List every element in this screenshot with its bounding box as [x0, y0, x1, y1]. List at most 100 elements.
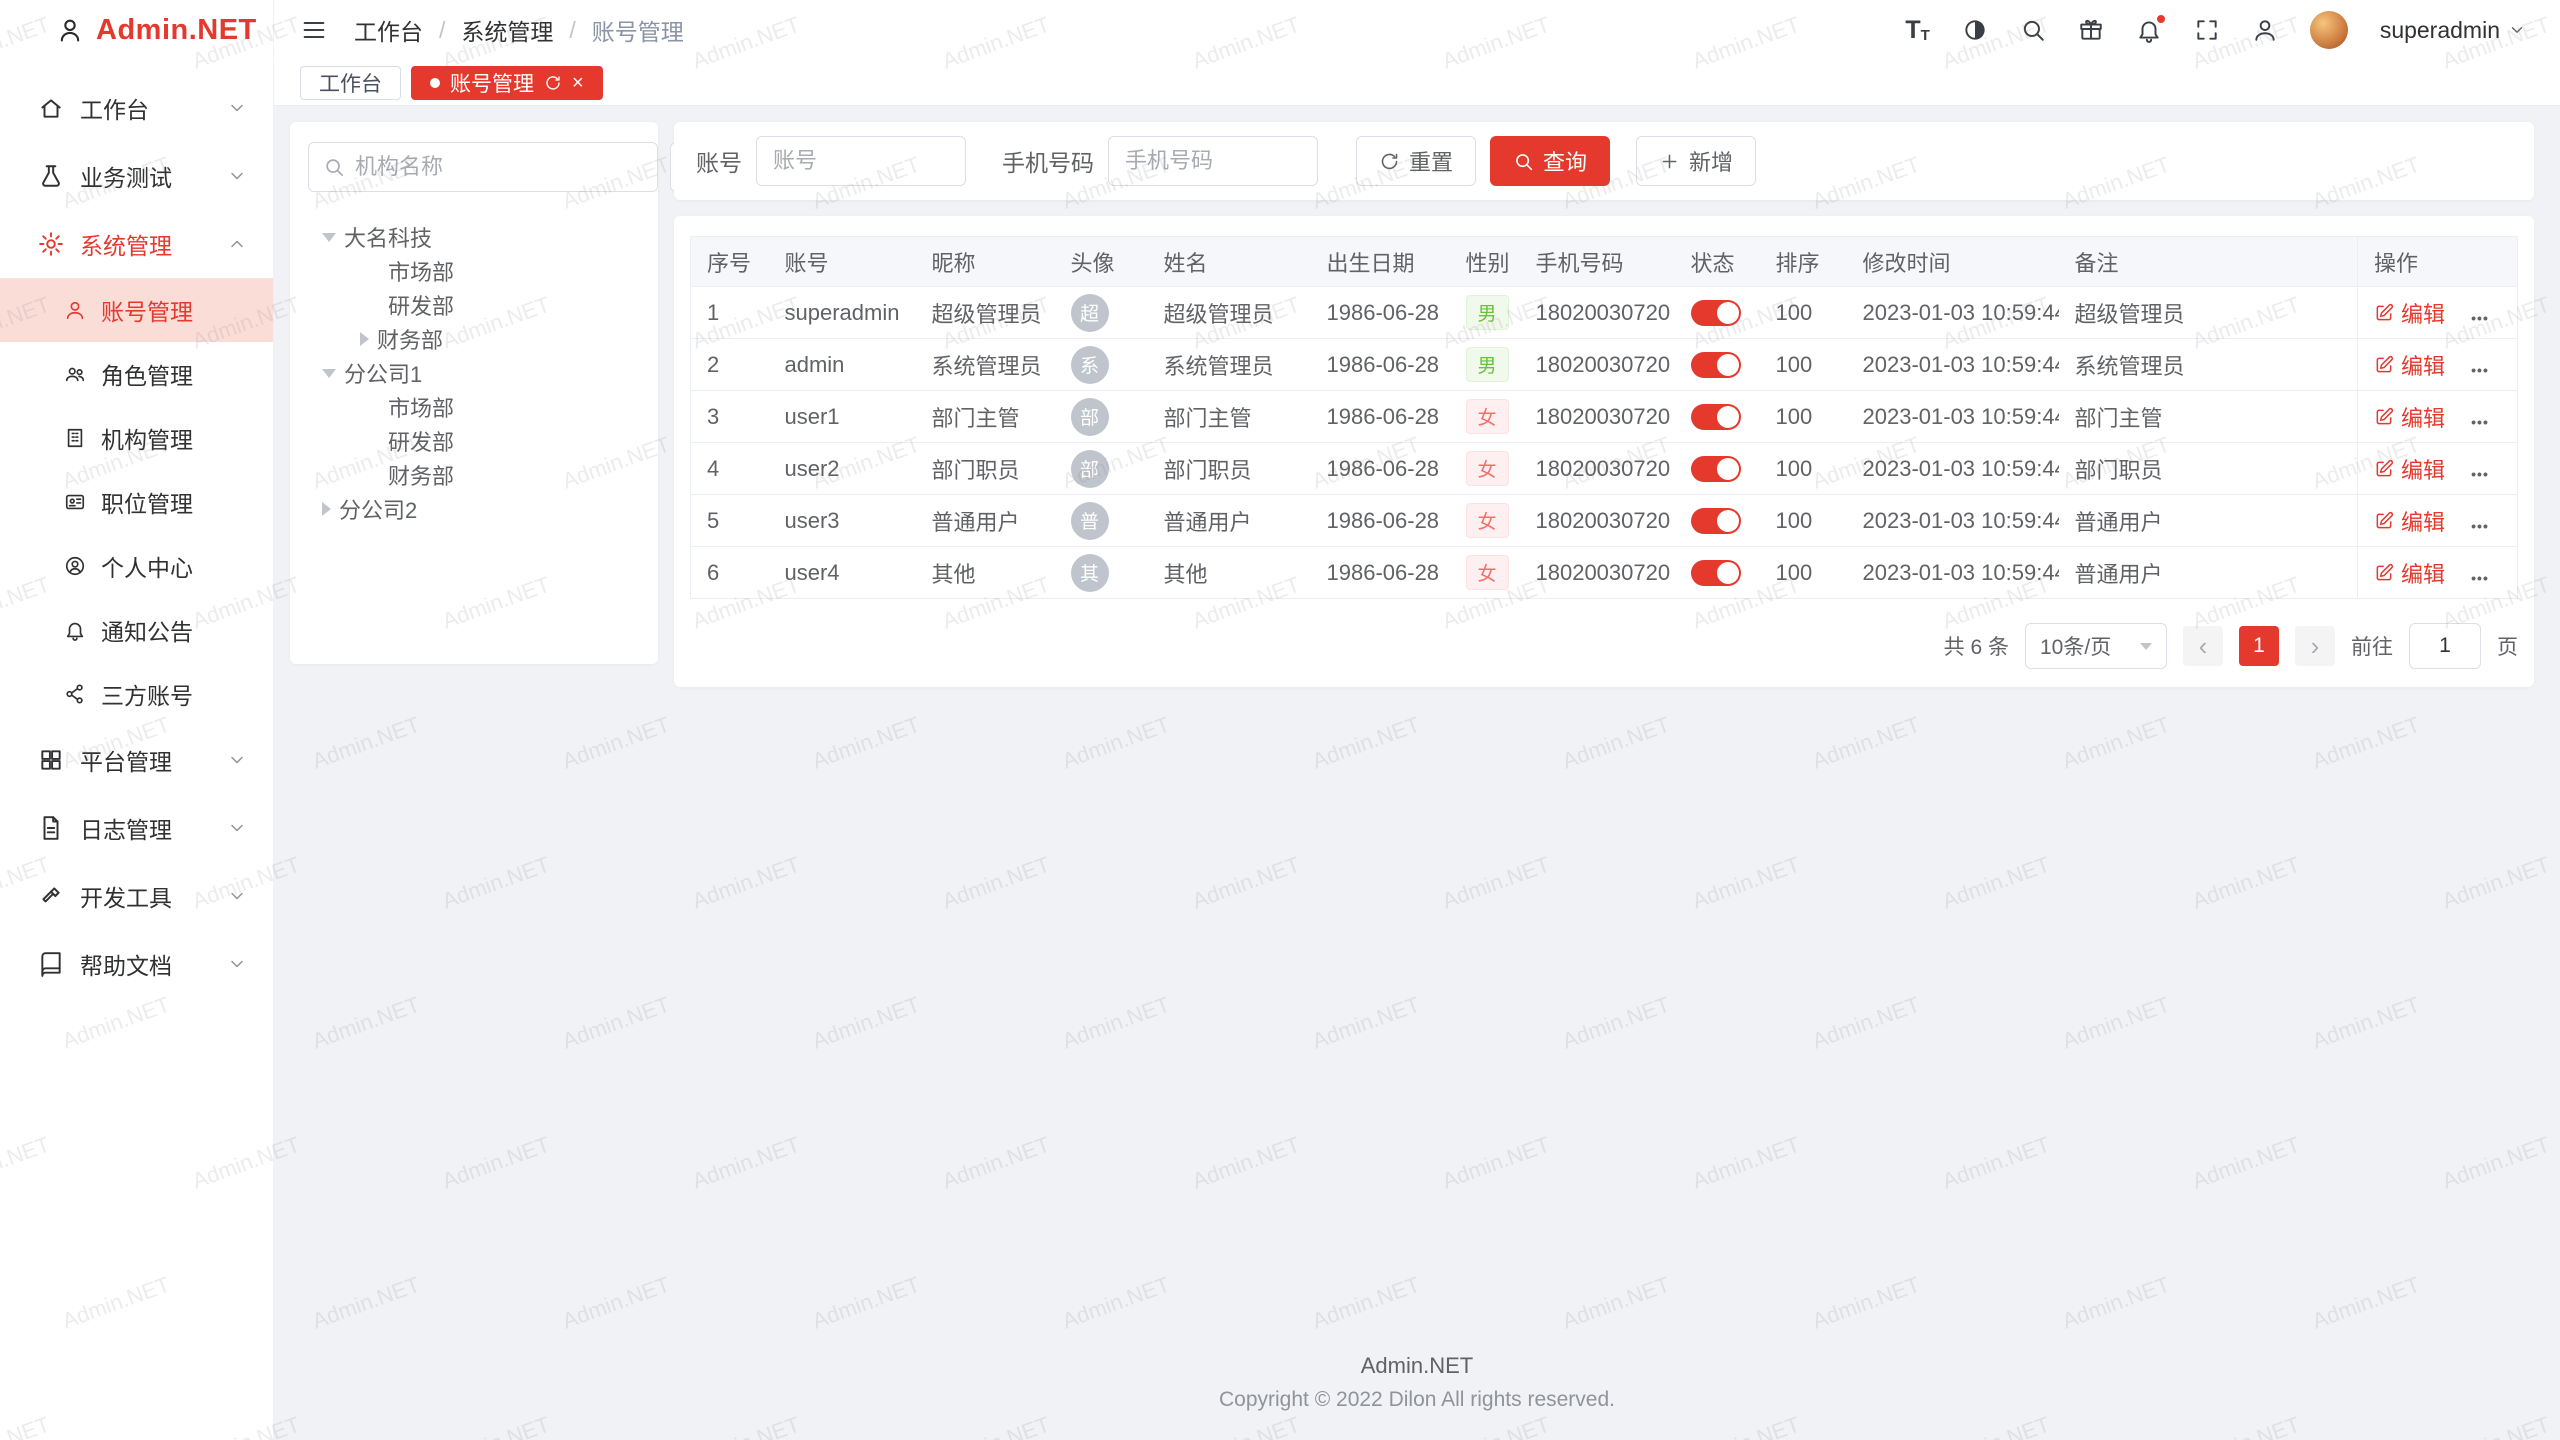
status-toggle[interactable] [1691, 404, 1741, 430]
status-toggle[interactable] [1691, 456, 1741, 482]
fullscreen-icon[interactable] [2194, 17, 2220, 43]
next-page-button[interactable]: › [2295, 626, 2335, 666]
sidebar-item-log-mgmt[interactable]: 日志管理 [0, 794, 273, 862]
search-icon[interactable] [2020, 17, 2046, 43]
sidebar-item-label: 个人中心 [101, 549, 193, 583]
edit-button[interactable]: 编辑 [2374, 297, 2445, 329]
column-header: 昵称 [916, 237, 1055, 287]
prev-page-button[interactable]: ‹ [2183, 626, 2223, 666]
tree-node[interactable]: 财务部 [308, 458, 640, 492]
gift-icon[interactable] [2078, 17, 2104, 43]
edit-button[interactable]: 编辑 [2374, 349, 2445, 381]
cell-phone: 18020030720 [1520, 391, 1675, 443]
status-toggle[interactable] [1691, 300, 1741, 326]
sidebar-item-account-mgmt[interactable]: 账号管理 [0, 278, 273, 342]
sidebar-item-workbench[interactable]: 工作台 [0, 74, 273, 142]
more-icon[interactable] [2471, 459, 2489, 484]
search-button[interactable]: 查询 [1490, 136, 1610, 186]
breadcrumb-item[interactable]: 系统管理 [461, 13, 553, 47]
tree-node[interactable]: 市场部 [308, 254, 640, 288]
cell-modified-time: 2023-01-03 10:59:44 [1847, 547, 2059, 599]
notification-bell-icon[interactable] [2136, 17, 2162, 43]
more-icon[interactable] [2471, 563, 2489, 588]
sidebar-item-dev-tools[interactable]: 开发工具 [0, 862, 273, 930]
tree-node-label: 分公司2 [339, 493, 417, 525]
breadcrumb-item[interactable]: 工作台 [354, 13, 423, 47]
tree-node[interactable]: 市场部 [308, 390, 640, 424]
status-toggle[interactable] [1691, 508, 1741, 534]
cell-modified-time: 2023-01-03 10:59:44 [1847, 287, 2059, 339]
cell-phone: 18020030720 [1520, 547, 1675, 599]
cell-gender: 女 [1450, 495, 1520, 547]
tab-workbench[interactable]: 工作台 [300, 66, 401, 100]
plus-icon [1659, 151, 1680, 172]
tree-node[interactable]: 分公司2 [308, 492, 640, 526]
tree-node[interactable]: 财务部 [308, 322, 640, 356]
gender-badge: 男 [1466, 347, 1509, 382]
tree-node[interactable]: 分公司1 [308, 356, 640, 390]
page-size-select[interactable]: 10条/页 [2025, 623, 2167, 669]
column-header: 出生日期 [1311, 237, 1450, 287]
account-input[interactable] [756, 136, 966, 186]
theme-icon[interactable] [1962, 17, 1988, 43]
tree-node-label: 市场部 [388, 255, 454, 287]
user-menu[interactable]: superadmin [2380, 17, 2526, 44]
tab-label: 工作台 [319, 68, 382, 98]
more-icon[interactable] [2471, 355, 2489, 380]
footer-title: Admin.NET [274, 1353, 2560, 1379]
chevron-down-icon [227, 954, 247, 974]
cell-name: 部门主管 [1148, 391, 1311, 443]
add-button[interactable]: 新增 [1636, 136, 1756, 186]
sidebar-item-help-docs[interactable]: 帮助文档 [0, 930, 273, 998]
cell-avatar: 超 [1055, 287, 1148, 339]
edit-button[interactable]: 编辑 [2374, 505, 2445, 537]
edit-button[interactable]: 编辑 [2374, 401, 2445, 433]
more-icon[interactable] [2471, 511, 2489, 536]
org-name-input[interactable] [355, 154, 643, 180]
refresh-icon[interactable] [544, 74, 562, 92]
sidebar-item-system-mgmt[interactable]: 系统管理 [0, 210, 273, 278]
sidebar-item-label: 业务测试 [80, 159, 172, 193]
tree-node[interactable]: 研发部 [308, 424, 640, 458]
caret-right-icon [360, 332, 369, 346]
cell-phone: 18020030720 [1520, 495, 1675, 547]
sidebar-item-third-party-account[interactable]: 三方账号 [0, 662, 273, 726]
sidebar-item-position-mgmt[interactable]: 职位管理 [0, 470, 273, 534]
sidebar-item-personal-center[interactable]: 个人中心 [0, 534, 273, 598]
avatar[interactable] [2310, 11, 2348, 49]
page-number-button[interactable]: 1 [2239, 626, 2279, 666]
hamburger-menu-icon[interactable] [300, 16, 328, 44]
users-icon [64, 363, 86, 385]
sidebar-item-business-test[interactable]: 业务测试 [0, 142, 273, 210]
cell-index: 1 [691, 287, 769, 339]
tree-node[interactable]: 大名科技 [308, 220, 640, 254]
sidebar-item-role-mgmt[interactable]: 角色管理 [0, 342, 273, 406]
tab-account-mgmt[interactable]: 账号管理 × [411, 66, 603, 100]
status-toggle[interactable] [1691, 352, 1741, 378]
cell-name: 其他 [1148, 547, 1311, 599]
close-icon[interactable]: × [572, 73, 584, 93]
status-toggle[interactable] [1691, 560, 1741, 586]
book-icon [38, 951, 64, 977]
edit-button[interactable]: 编辑 [2374, 453, 2445, 485]
goto-page-input[interactable] [2409, 623, 2481, 669]
sidebar-item-notice[interactable]: 通知公告 [0, 598, 273, 662]
more-icon[interactable] [2471, 303, 2489, 328]
font-size-icon[interactable]: TT [1905, 18, 1929, 43]
edit-button[interactable]: 编辑 [2374, 557, 2445, 589]
cell-nickname: 其他 [916, 547, 1055, 599]
chevron-down-icon [227, 886, 247, 906]
cell-account: user4 [769, 547, 916, 599]
column-header: 修改时间 [1847, 237, 2059, 287]
tree-node[interactable]: 研发部 [308, 288, 640, 322]
chevron-down-icon [227, 98, 247, 118]
reset-button[interactable]: 重置 [1356, 136, 1476, 186]
cell-status [1675, 443, 1760, 495]
profile-icon[interactable] [2252, 17, 2278, 43]
more-icon[interactable] [2471, 407, 2489, 432]
cell-name: 超级管理员 [1148, 287, 1311, 339]
sidebar-item-platform-mgmt[interactable]: 平台管理 [0, 726, 273, 794]
sidebar-item-org-mgmt[interactable]: 机构管理 [0, 406, 273, 470]
phone-input[interactable] [1108, 136, 1318, 186]
right-column: 账号 手机号码 重置 查询 新增 [674, 122, 2534, 687]
